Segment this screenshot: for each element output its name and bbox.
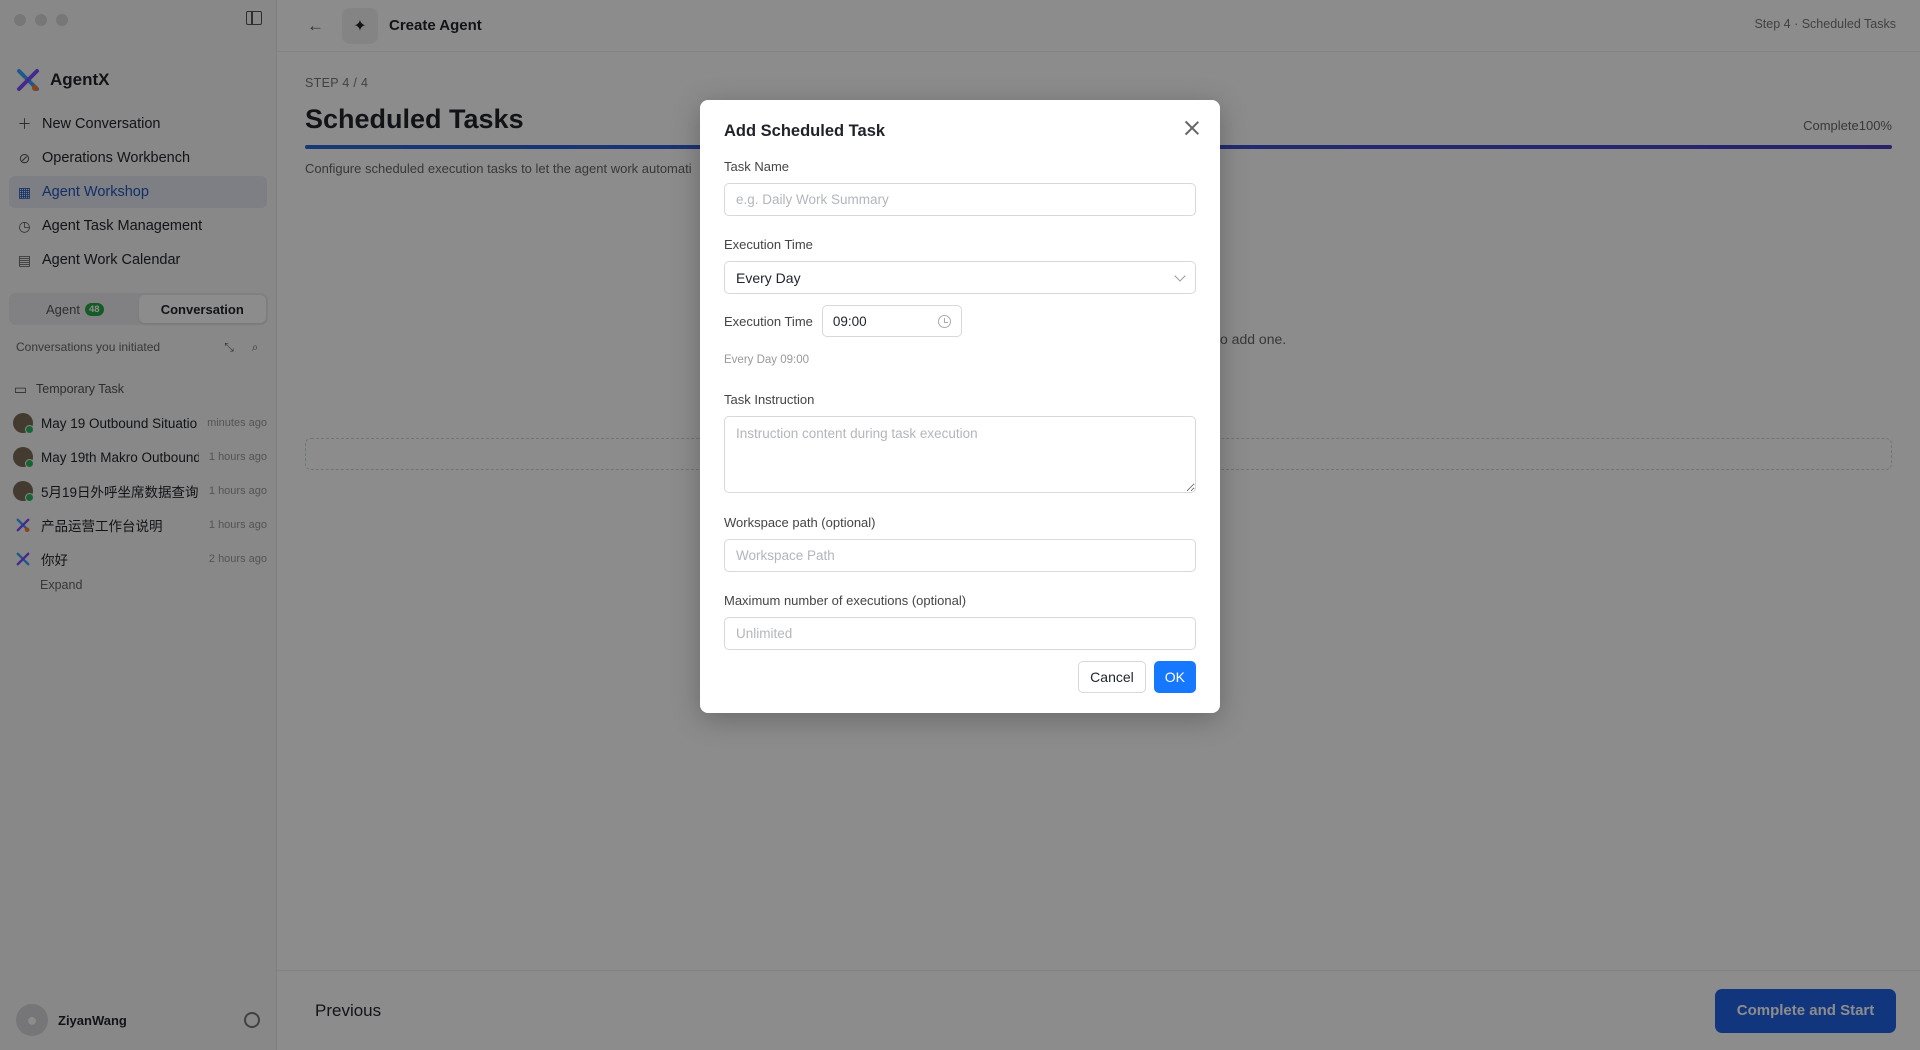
time-row: Execution Time 09:00: [724, 305, 962, 337]
clock-icon: [937, 314, 951, 328]
frequency-select[interactable]: Every Day: [724, 261, 1196, 294]
cancel-button[interactable]: Cancel: [1078, 661, 1146, 693]
workspace-path-label: Workspace path (optional): [724, 515, 876, 530]
time-picker[interactable]: 09:00: [821, 305, 962, 337]
execution-time-label: Execution Time: [724, 237, 813, 252]
task-name-label: Task Name: [724, 159, 790, 174]
task-instruction-textarea[interactable]: [724, 416, 1196, 493]
ok-button[interactable]: OK: [1153, 661, 1196, 693]
time-label: Execution Time: [724, 313, 813, 329]
max-executions-input[interactable]: [724, 617, 1196, 650]
frequency-value: Every Day: [736, 269, 801, 286]
task-instruction-label: Task Instruction: [724, 392, 815, 407]
workspace-path-input[interactable]: [724, 539, 1196, 572]
max-executions-label: Maximum number of executions (optional): [724, 593, 967, 608]
chevron-down-icon: [1174, 269, 1186, 282]
schedule-summary: Every Day 09:00: [724, 354, 810, 366]
close-icon[interactable]: [1184, 120, 1200, 136]
dialog-title: Add Scheduled Task: [724, 122, 886, 140]
time-value: 09:00: [832, 313, 867, 329]
dialog-actions: Cancel OK: [1078, 661, 1196, 693]
task-name-input[interactable]: [724, 183, 1196, 216]
add-scheduled-task-dialog: Add Scheduled Task Task Name Execution T…: [700, 100, 1220, 713]
